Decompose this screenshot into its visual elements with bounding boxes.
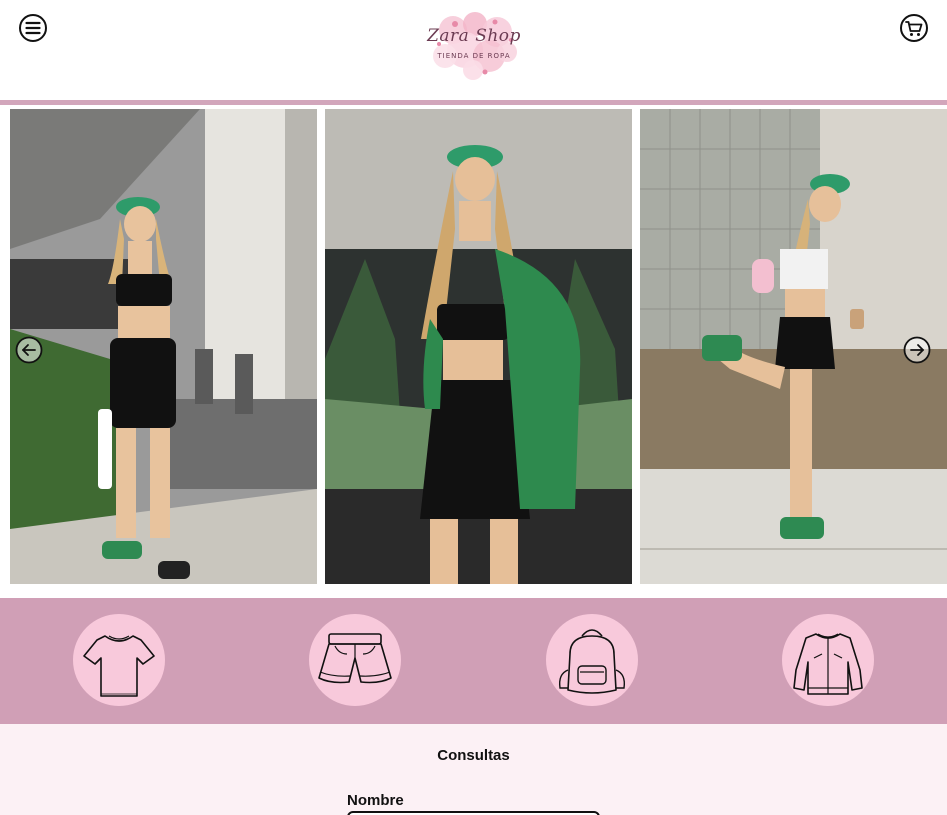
- name-input[interactable]: [347, 811, 600, 815]
- carousel-next-button[interactable]: [903, 336, 931, 364]
- shop-logo[interactable]: Zara Shop TIENDA DE ROPA: [425, 12, 523, 80]
- name-field-label: Nombre: [347, 792, 404, 809]
- logo-blossom-background: [433, 12, 517, 80]
- arrow-left-icon: [15, 336, 43, 364]
- category-bar: [0, 598, 947, 724]
- tshirt-icon: [83, 635, 155, 697]
- logo-subtitle: TIENDA DE ROPA: [437, 52, 511, 60]
- carousel-slide-2[interactable]: [325, 109, 632, 584]
- contact-section: Consultas Nombre: [0, 724, 947, 815]
- menu-button[interactable]: [18, 13, 48, 43]
- image-carousel: [0, 105, 947, 593]
- hamburger-menu-icon: [19, 14, 47, 42]
- arrow-right-icon: [903, 336, 931, 364]
- contact-title: Consultas: [437, 747, 510, 764]
- logo-title: Zara Shop: [427, 26, 521, 46]
- category-jackets[interactable]: [782, 614, 874, 706]
- carousel-slide-3[interactable]: [640, 109, 947, 584]
- site-header: Zara Shop TIENDA DE ROPA: [0, 0, 947, 100]
- outfit-photo-2: [325, 109, 632, 584]
- backpack-icon: [558, 629, 626, 694]
- category-shorts[interactable]: [309, 614, 401, 706]
- outfit-photo-1: [10, 109, 317, 584]
- shorts-icon: [318, 633, 392, 684]
- category-tshirts[interactable]: [73, 614, 165, 706]
- category-bags[interactable]: [546, 614, 638, 706]
- shopping-cart-icon: [900, 14, 928, 42]
- carousel-prev-button[interactable]: [15, 336, 43, 364]
- outfit-photo-3: [640, 109, 947, 584]
- page: Zara Shop TIENDA DE ROPA Consultas Nombr…: [0, 0, 947, 815]
- cart-button[interactable]: [899, 13, 929, 43]
- jacket-icon: [793, 633, 863, 695]
- carousel-slide-1[interactable]: [10, 109, 317, 584]
